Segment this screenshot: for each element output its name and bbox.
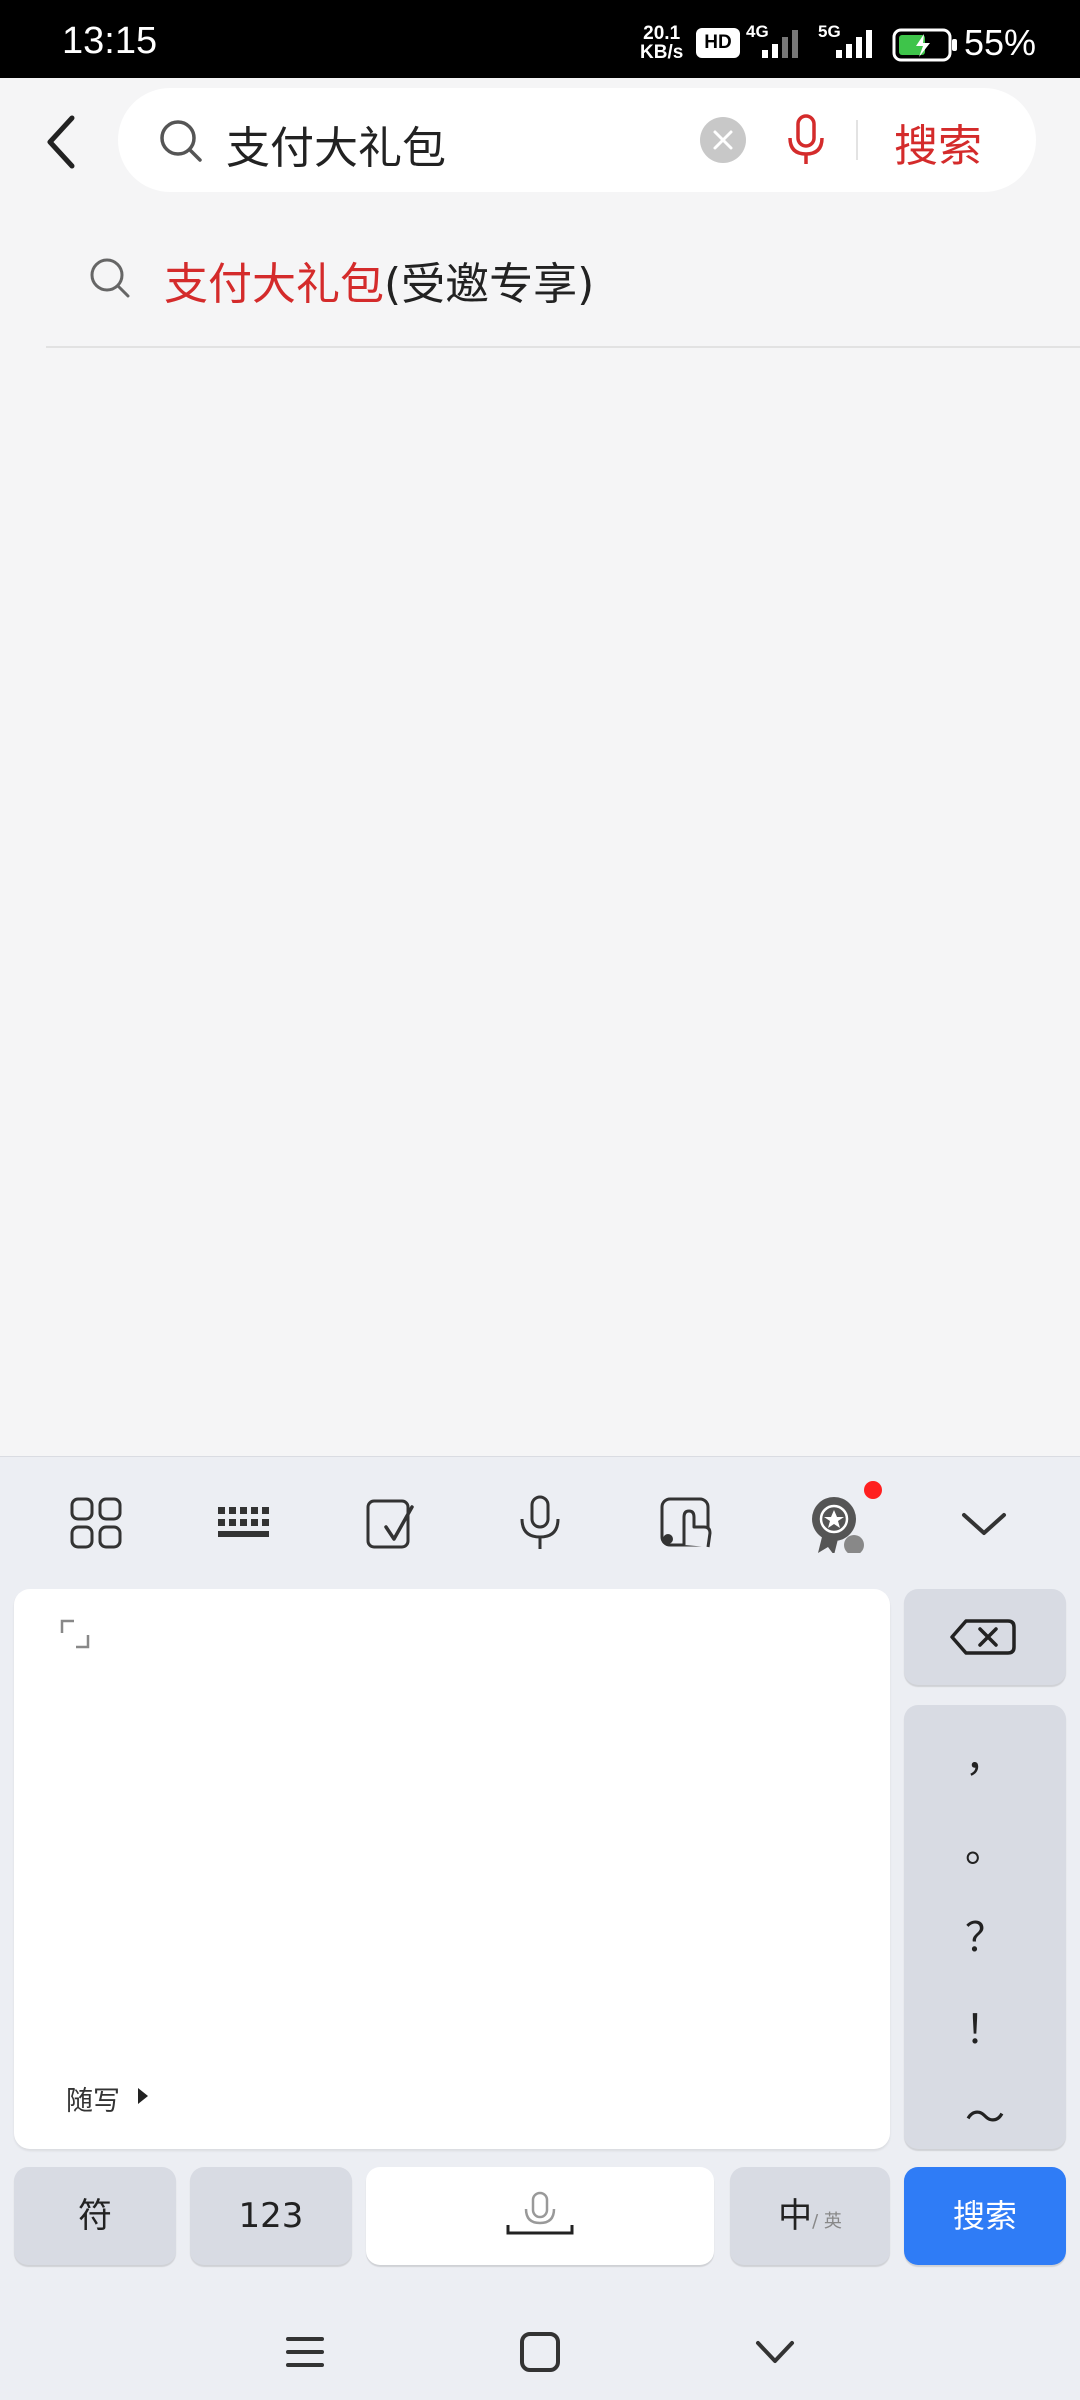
punctuation-key[interactable]: ？	[904, 1905, 1066, 1963]
signal-strength-icon	[762, 30, 798, 58]
microphone-space-icon	[506, 2191, 574, 2235]
collapse-icon[interactable]	[954, 1493, 1014, 1553]
numbers-key[interactable]: 123	[190, 2167, 352, 2265]
suggestion-rest: (受邀专享)	[384, 259, 595, 310]
back-icon[interactable]	[750, 2327, 800, 2377]
punctuation-column: ， 。 ？ ！ ～	[904, 1705, 1066, 2149]
play-arrow-icon	[138, 2088, 148, 2104]
network-speed: 20.1 KB/s	[640, 23, 684, 63]
badge-icon[interactable]	[806, 1493, 866, 1553]
handwriting-mode-label[interactable]: 随写	[66, 2079, 120, 2118]
divider	[856, 120, 858, 160]
battery-icon	[892, 28, 957, 62]
keyboard-icon[interactable]	[214, 1493, 274, 1553]
search-key[interactable]: 搜索	[904, 2167, 1066, 2265]
status-bar: 13:15 20.1 KB/s HD 4G 5G 55%	[0, 0, 1080, 78]
lang-sub-label: / 英	[812, 2211, 842, 2232]
keyboard-toolbar	[0, 1457, 1080, 1587]
handwriting-icon[interactable]	[362, 1493, 422, 1553]
suggestion-text: 支付大礼包(受邀专享)	[164, 248, 594, 312]
keyboard: 随写 ， 。 ？ ！ ～ 符 123 中/ 英 搜索	[0, 1456, 1080, 2400]
back-button[interactable]	[36, 110, 86, 174]
space-key[interactable]	[366, 2167, 714, 2265]
handwriting-pad[interactable]: 随写	[14, 1589, 890, 2149]
backspace-icon	[950, 1619, 1016, 1655]
punctuation-key[interactable]: 。	[904, 1815, 1066, 1873]
battery-percentage: 55%	[964, 22, 1037, 63]
hd-badge: HD	[696, 28, 740, 58]
suggestion-highlight: 支付大礼包	[164, 259, 384, 310]
notification-dot	[864, 1481, 882, 1499]
close-icon	[713, 130, 733, 150]
signal-strength-icon	[836, 30, 872, 58]
chevron-left-icon	[47, 115, 75, 169]
expand-icon[interactable]	[60, 1619, 90, 1649]
punctuation-key[interactable]: ，	[904, 1725, 1066, 1783]
menu-icon[interactable]	[280, 2327, 330, 2377]
search-button[interactable]: 搜索	[894, 110, 982, 174]
search-icon	[90, 258, 130, 298]
backspace-key[interactable]	[904, 1589, 1066, 1685]
lang-main-label: 中	[778, 2196, 813, 2236]
search-icon	[160, 120, 202, 162]
navigation-bar	[0, 2305, 1080, 2400]
symbols-key[interactable]: 符	[14, 2167, 176, 2265]
language-toggle-key[interactable]: 中/ 英	[730, 2167, 890, 2265]
suggestion-item[interactable]: 支付大礼包(受邀专享)	[0, 218, 1080, 348]
punctuation-key[interactable]: ！	[904, 1997, 1066, 2055]
microphone-icon	[788, 114, 824, 164]
search-bar[interactable]: 支付大礼包 搜索	[118, 88, 1036, 192]
touch-icon[interactable]	[658, 1493, 718, 1553]
microphone-icon[interactable]	[510, 1493, 570, 1553]
home-icon[interactable]	[515, 2327, 565, 2377]
apps-grid-icon[interactable]	[66, 1493, 126, 1553]
divider	[46, 346, 1080, 348]
search-input[interactable]: 支付大礼包	[226, 112, 446, 176]
status-time: 13:15	[62, 20, 158, 62]
clear-button[interactable]	[700, 117, 746, 163]
punctuation-key[interactable]: ～	[904, 2085, 1066, 2143]
voice-search-button[interactable]	[786, 114, 826, 166]
